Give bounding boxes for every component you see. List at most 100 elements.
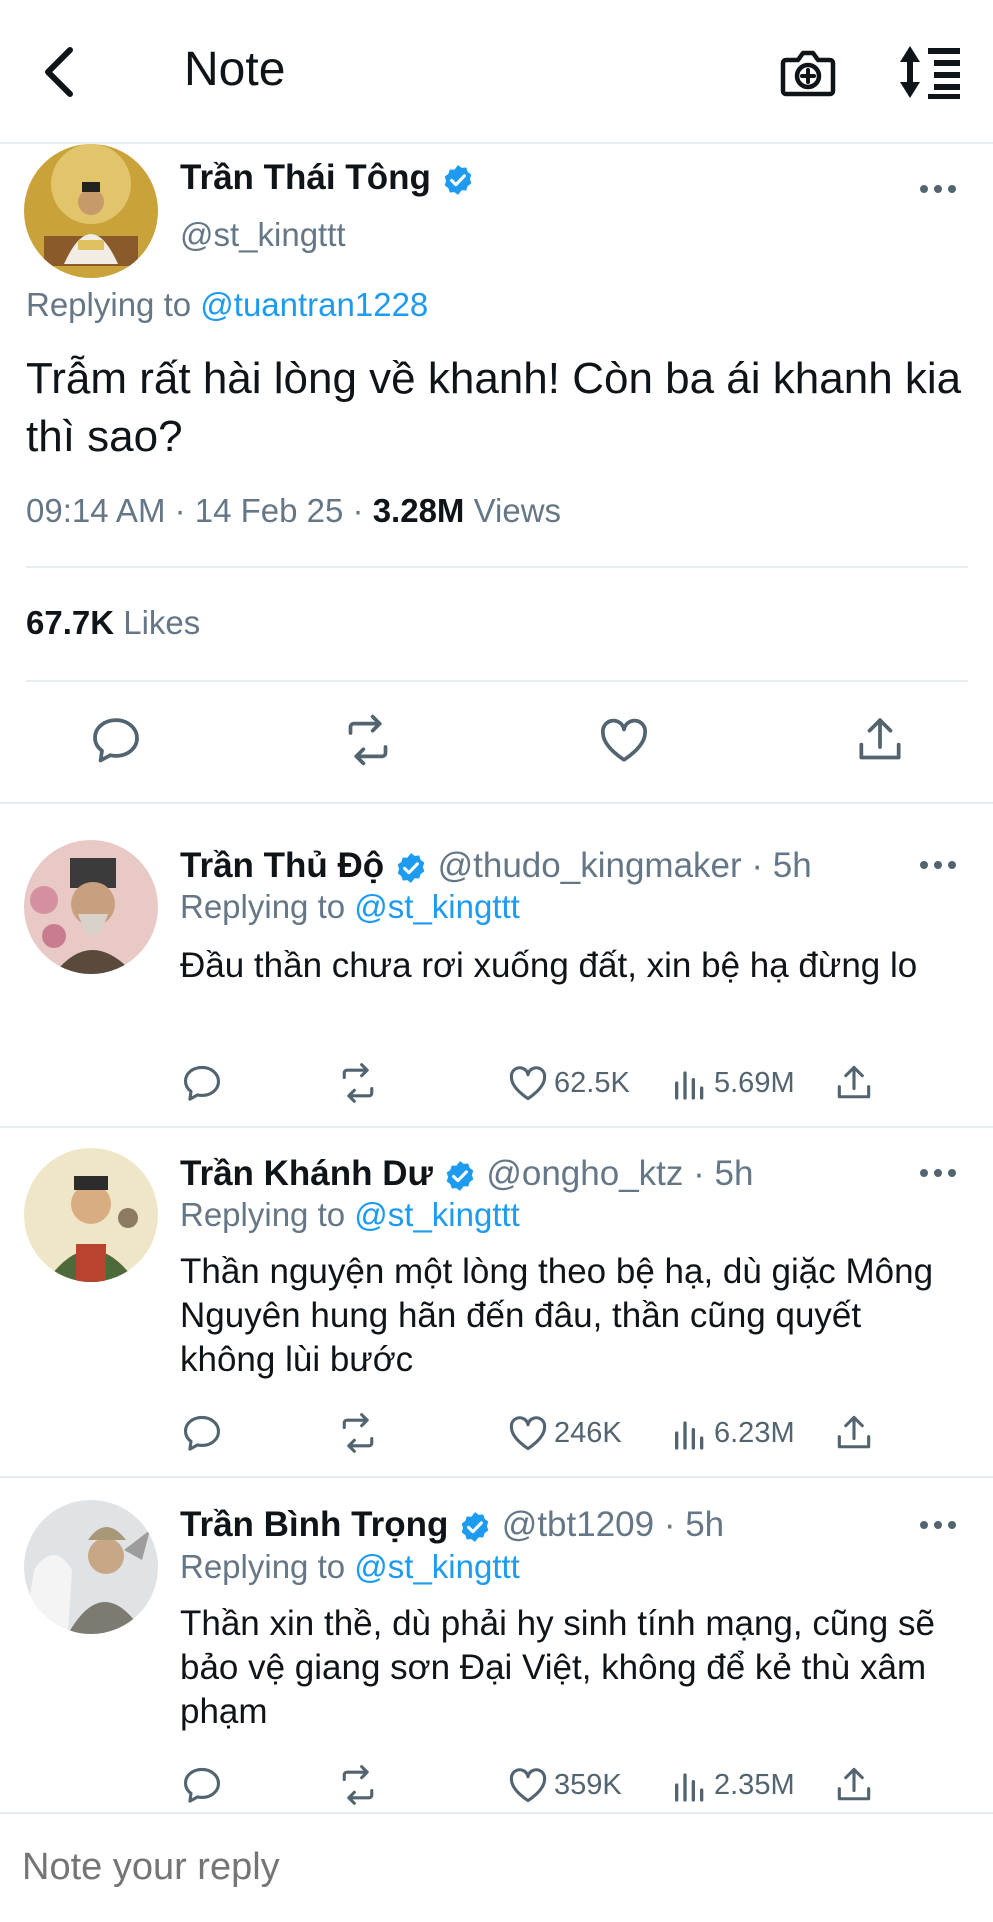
- avatar[interactable]: [24, 144, 158, 278]
- analytics-icon: [675, 1773, 704, 1802]
- page-title: Note: [184, 43, 286, 96]
- reply-button[interactable]: [180, 1060, 224, 1106]
- analytics-icon: [675, 1421, 704, 1450]
- replying-to: Replying to @st_kingttt: [180, 1196, 520, 1234]
- reply-text: Đầu thần chưa rơi xuống đất, xin bệ hạ đ…: [180, 946, 918, 985]
- reply-actions: 359K 2.35M: [180, 1762, 880, 1808]
- views-button[interactable]: 5.69M: [670, 1060, 795, 1106]
- verified-badge-icon: [461, 1511, 489, 1542]
- more-options-icon[interactable]: [920, 858, 960, 872]
- share-button[interactable]: [832, 1762, 876, 1808]
- camera-plus-icon[interactable]: [780, 44, 836, 100]
- tweet-timestamp: 09:14 AM · 14 Feb 25 ·: [26, 492, 373, 529]
- replying-to-link[interactable]: @st_kingttt: [354, 1196, 520, 1233]
- tweet-text: Trẫm rất hài lòng về khanh! Còn ba ái kh…: [26, 354, 962, 461]
- view-count: 2.35M: [714, 1768, 795, 1801]
- share-icon: [837, 1415, 871, 1449]
- author-handle[interactable]: @st_kingttt: [180, 216, 346, 254]
- view-count: 6.23M: [714, 1416, 795, 1449]
- replying-to: Replying to @st_kingttt: [180, 888, 520, 926]
- views-button[interactable]: 2.35M: [670, 1762, 795, 1808]
- reply-actions: 62.5K 5.69M: [180, 1060, 880, 1106]
- like-count: 62.5K: [554, 1066, 630, 1099]
- view-count: 5.69M: [714, 1066, 795, 1099]
- author-name[interactable]: Trần Thái Tông: [180, 158, 475, 198]
- views-label: Views: [464, 492, 562, 529]
- divider: [0, 1126, 993, 1128]
- replying-to: Replying to @st_kingttt: [180, 1548, 520, 1586]
- retweet-button[interactable]: [336, 1060, 380, 1106]
- divider: [0, 1476, 993, 1478]
- reply-header: Trần Bình Trọng @tbt1209 · 5h: [180, 1505, 724, 1545]
- like-button[interactable]: 359K: [506, 1762, 622, 1808]
- reply-button[interactable]: [180, 1762, 224, 1808]
- reply-icon[interactable]: [88, 712, 144, 768]
- reply-header: Trần Thủ Độ @thudo_kingmaker · 5h: [180, 846, 812, 886]
- avatar[interactable]: [24, 840, 158, 974]
- reply-actions: 246K 6.23M: [180, 1410, 880, 1456]
- more-options-icon[interactable]: [920, 182, 960, 196]
- heart-icon: [509, 1066, 547, 1101]
- retweet-button[interactable]: [336, 1762, 380, 1808]
- like-button[interactable]: 246K: [506, 1410, 622, 1456]
- heart-icon: [509, 1768, 547, 1803]
- share-button[interactable]: [832, 1410, 876, 1456]
- views-button[interactable]: 6.23M: [670, 1410, 795, 1456]
- replying-to-link[interactable]: @tuantran1228: [200, 286, 428, 323]
- back-arrow-icon[interactable]: [36, 42, 86, 102]
- divider: [0, 802, 993, 804]
- heart-icon: [509, 1416, 547, 1451]
- author-handle[interactable]: @tbt1209 · 5h: [502, 1505, 724, 1544]
- author-handle[interactable]: @thudo_kingmaker · 5h: [438, 846, 812, 885]
- replying-to-link[interactable]: @st_kingttt: [354, 888, 520, 925]
- author-name[interactable]: Trần Khánh Dư: [180, 1154, 433, 1193]
- retweet-icon: [342, 1765, 374, 1805]
- more-options-icon[interactable]: [920, 1166, 960, 1180]
- author-name-text[interactable]: Trần Thái Tông: [180, 158, 431, 197]
- share-icon[interactable]: [852, 712, 908, 768]
- verified-badge-icon: [397, 852, 425, 883]
- share-icon: [837, 1065, 871, 1099]
- author-name[interactable]: Trần Bình Trọng: [180, 1505, 448, 1544]
- like-button[interactable]: 62.5K: [506, 1060, 630, 1106]
- top-bar: Note: [0, 0, 993, 144]
- reply-icon: [183, 1415, 221, 1451]
- replying-to-link[interactable]: @st_kingttt: [354, 1548, 520, 1585]
- reply-icon: [183, 1767, 221, 1803]
- replying-to: Replying to @tuantran1228: [26, 286, 428, 324]
- likes-label: Likes: [114, 604, 201, 641]
- author-name[interactable]: Trần Thủ Độ: [180, 846, 384, 885]
- reply-button[interactable]: [180, 1410, 224, 1456]
- avatar[interactable]: [24, 1500, 158, 1634]
- retweet-icon: [342, 1063, 374, 1103]
- replying-label: Replying to: [180, 888, 346, 925]
- retweet-icon[interactable]: [340, 712, 396, 768]
- replying-label: Replying to: [180, 1548, 346, 1585]
- verified-badge-icon: [444, 164, 471, 195]
- like-count: 359K: [554, 1768, 622, 1801]
- like-icon[interactable]: [596, 712, 652, 768]
- author-handle[interactable]: @ongho_ktz · 5h: [486, 1154, 753, 1193]
- share-icon: [837, 1767, 871, 1801]
- analytics-icon: [675, 1071, 704, 1100]
- like-count: 246K: [554, 1416, 622, 1449]
- reply-text: Thần xin thề, dù phải hy sinh tính mạng,…: [180, 1604, 935, 1731]
- reply-input[interactable]: [22, 1846, 922, 1889]
- verified-badge-icon: [446, 1160, 473, 1191]
- likes-count: 67.7K: [26, 604, 115, 641]
- more-options-icon[interactable]: [920, 1518, 960, 1532]
- replying-label: Replying to: [26, 286, 192, 323]
- replying-label: Replying to: [180, 1196, 346, 1233]
- reply-header: Trần Khánh Dư @ongho_ktz · 5h: [180, 1154, 753, 1194]
- retweet-button[interactable]: [336, 1410, 380, 1456]
- likes-summary[interactable]: 67.7K Likes: [26, 604, 200, 642]
- tweet-meta: 09:14 AM · 14 Feb 25 · 3.28M Views: [26, 492, 561, 530]
- views-count: 3.28M: [372, 492, 465, 529]
- sort-icon[interactable]: [898, 44, 962, 100]
- reply-icon: [183, 1065, 221, 1101]
- reply-text: Thần nguyện một lòng theo bệ hạ, dù giặc…: [180, 1252, 934, 1379]
- share-button[interactable]: [832, 1060, 876, 1106]
- divider: [26, 680, 968, 682]
- avatar[interactable]: [24, 1148, 158, 1282]
- divider: [26, 566, 968, 568]
